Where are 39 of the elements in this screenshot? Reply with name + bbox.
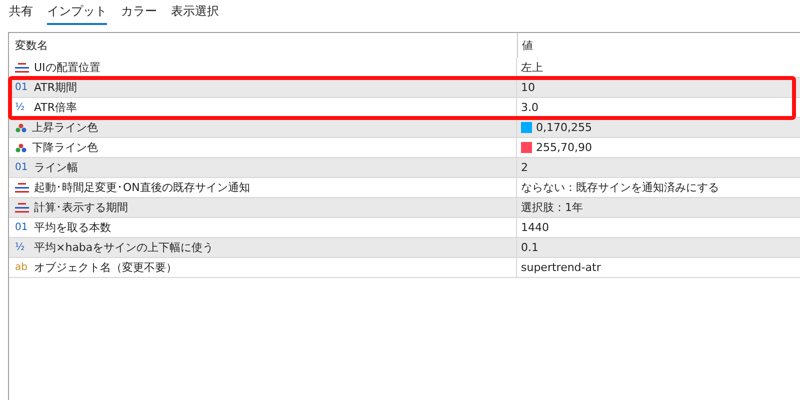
parameter-value: 2 xyxy=(521,161,528,174)
column-header: 値 xyxy=(522,38,533,53)
type-icon: ½ xyxy=(15,242,29,253)
parameter-name: 平均を取る本数 xyxy=(34,220,111,235)
parameter-value: 左上 xyxy=(521,60,543,75)
list-icon xyxy=(15,182,29,192)
parameter-name: ATR倍率 xyxy=(34,100,78,115)
tab[interactable]: カラー xyxy=(121,3,157,25)
parameter-name: ATR期間 xyxy=(34,80,78,95)
type-icon: 01 xyxy=(15,82,29,93)
parameter-value: 255,70,90 xyxy=(536,141,592,154)
type-icon: 01 xyxy=(15,162,29,173)
type-icon: 01 xyxy=(15,222,29,233)
parameter-value: supertrend-atr xyxy=(521,261,601,274)
tab[interactable]: 表示選択 xyxy=(171,3,219,25)
parameter-name: 下降ライン色 xyxy=(32,140,98,155)
list-icon xyxy=(15,62,29,72)
column-header: 変数名 xyxy=(15,38,48,53)
tab[interactable]: 共有 xyxy=(9,3,33,25)
parameter-name: ライン幅 xyxy=(34,160,78,175)
color-dots-icon xyxy=(15,122,27,132)
parameter-name: 上昇ライン色 xyxy=(32,120,98,135)
parameter-value: 3.0 xyxy=(521,101,538,114)
parameter-name: オブジェクト名（変更不要） xyxy=(34,260,177,275)
type-icon: ab xyxy=(15,262,29,273)
type-icon: ½ xyxy=(15,102,29,113)
parameter-value: 選択肢：1年 xyxy=(521,200,583,215)
color-dots-icon xyxy=(15,142,27,152)
tab[interactable]: インプット xyxy=(47,3,107,25)
parameter-name: 起動･時間足変更･ON直後の既存サイン通知 xyxy=(34,180,250,195)
list-icon xyxy=(15,202,29,212)
parameter-value: 0,170,255 xyxy=(536,121,592,134)
parameter-name: 平均×habaをサインの上下幅に使う xyxy=(34,240,214,255)
parameter-value: 10 xyxy=(521,81,535,94)
parameter-name: 計算･表示する期間 xyxy=(34,200,128,215)
parameter-value: 1440 xyxy=(521,221,549,234)
parameter-value: 0.1 xyxy=(521,241,538,254)
parameter-name: UIの配置位置 xyxy=(34,60,100,75)
parameter-value: ならない：既存サインを通知済みにする xyxy=(521,180,719,195)
